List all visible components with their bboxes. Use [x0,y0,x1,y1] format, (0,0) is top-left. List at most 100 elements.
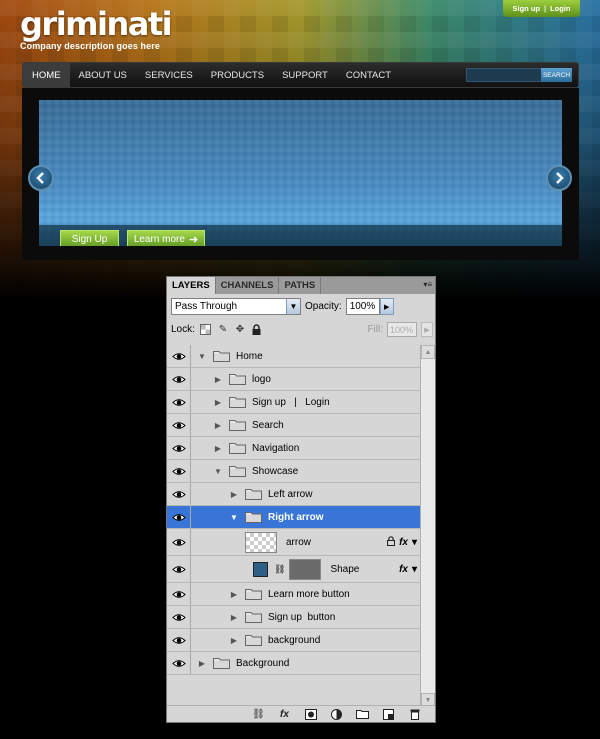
visibility-eye-icon[interactable] [167,391,191,413]
fill-slider-button[interactable]: ▶ [421,322,433,337]
chain-link-icon[interactable]: ⛓ [274,564,285,575]
tab-layers[interactable]: LAYERS [167,277,216,294]
layer-row[interactable]: ▶ Sign up | Login [167,391,421,414]
search-input[interactable] [466,68,544,82]
expand-right-icon[interactable]: ▶ [213,421,223,430]
nav-item-contact[interactable]: CONTACT [337,63,400,87]
folder-icon [223,442,252,454]
nav-item-home[interactable]: HOME [23,63,70,87]
expand-right-icon[interactable]: ▶ [229,636,239,645]
expand-down-icon[interactable]: ▼ [229,513,239,522]
signup-link[interactable]: Sign up [512,4,540,13]
visibility-eye-icon[interactable] [167,529,191,555]
expand-right-icon[interactable]: ▶ [213,398,223,407]
visibility-eye-icon[interactable] [167,437,191,459]
layer-name: Showcase [252,465,299,477]
layer-row[interactable]: ▶ Left arrow [167,483,421,506]
new-group-icon[interactable] [356,708,369,720]
scroll-up-icon[interactable]: ▲ [421,345,435,359]
adjustment-icon[interactable] [330,708,343,720]
expand-down-icon[interactable]: ▼ [213,467,223,476]
expand-right-icon[interactable]: ▶ [213,375,223,384]
expand-right-icon[interactable]: ▶ [229,490,239,499]
layer-name: arrow [286,536,312,548]
logo-wordmark: griminati [20,5,173,43]
mask-icon[interactable] [304,708,317,720]
folder-icon [207,350,236,362]
nav-item-about-us[interactable]: ABOUT US [70,63,136,87]
shape-color-swatch[interactable] [253,561,268,577]
visibility-eye-icon[interactable] [167,345,191,367]
visibility-eye-icon[interactable] [167,652,191,674]
layer-list: ▼ Home ▶ logo ▶ Sign up | Login ▶ Search ▶ Naviga… [167,345,421,675]
visibility-eye-icon[interactable] [167,368,191,390]
nav-item-support[interactable]: SUPPORT [273,63,337,87]
expand-right-icon[interactable]: ▶ [229,613,239,622]
lock-position-icon[interactable]: ✥ [234,324,246,336]
panel-menu-icon[interactable]: ▾≡ [423,280,432,289]
visibility-eye-icon[interactable] [167,483,191,505]
fill-input[interactable]: 100% [387,322,417,337]
layer-row[interactable]: ▶ Background [167,652,421,675]
showcase-banner: Sign Up Learn more ➜ [39,100,562,246]
lock-transparency-icon[interactable] [200,324,212,336]
layer-row[interactable]: ▼ Right arrow [167,506,421,529]
vector-mask-thumbnail [289,558,322,580]
opacity-input[interactable]: 100% [345,298,380,315]
chevron-down-icon[interactable]: ▾ [412,564,417,575]
search-button[interactable]: SEARCH [541,68,572,82]
fx-icon[interactable]: fx [278,708,291,720]
visibility-eye-icon[interactable] [167,460,191,482]
visibility-eye-icon[interactable] [167,414,191,436]
opacity-slider-button[interactable]: ▶ [379,298,394,315]
layer-name: Search [252,419,284,431]
layer-row[interactable]: ▶ Sign up button [167,606,421,629]
link-icon[interactable]: ⛓ [252,708,265,720]
expand-right-icon[interactable]: ▶ [229,590,239,599]
layer-row[interactable]: ▶ Search [167,414,421,437]
tab-channels[interactable]: CHANNELS [216,277,280,294]
login-link[interactable]: Login [550,4,570,13]
expand-down-icon[interactable]: ▼ [197,352,207,361]
fx-icon[interactable]: fx [399,537,408,548]
visibility-eye-icon[interactable] [167,583,191,605]
left-arrow-button[interactable] [28,165,54,191]
layer-row[interactable]: ▶ logo [167,368,421,391]
right-arrow-button[interactable] [546,165,572,191]
layer-row[interactable]: ▶ Learn more button [167,583,421,606]
new-layer-icon[interactable] [382,708,395,720]
chevron-down-icon: ▼ [286,299,300,314]
visibility-eye-icon[interactable] [167,556,191,582]
layer-row[interactable]: ▼ Showcase [167,460,421,483]
layers-scrollbar[interactable]: ▲ ▼ [420,345,435,707]
tab-paths[interactable]: PATHS [279,277,322,294]
signup-button[interactable]: Sign Up [60,230,119,246]
visibility-eye-icon[interactable] [167,606,191,628]
expand-right-icon[interactable]: ▶ [197,659,207,668]
expand-right-icon[interactable]: ▶ [213,444,223,453]
link-separator: | [543,4,547,13]
lock-icon [387,535,396,549]
fx-icon[interactable]: fx [399,564,408,575]
visibility-eye-icon[interactable] [167,629,191,651]
lock-all-icon[interactable] [251,324,263,336]
blend-mode-select[interactable]: Pass Through ▼ [171,298,301,315]
layer-row[interactable]: ▶ background [167,629,421,652]
layer-row[interactable]: arrow fx ▾ [167,529,421,556]
learn-more-button[interactable]: Learn more ➜ [127,230,205,246]
nav-item-products[interactable]: PRODUCTS [202,63,273,87]
layer-name: Left arrow [268,488,313,500]
learn-more-label: Learn more [133,234,185,245]
layer-name: Learn more button [268,588,350,600]
nav-item-services[interactable]: SERVICES [136,63,202,87]
layer-row[interactable]: ▼ Home [167,345,421,368]
lock-pixels-icon[interactable]: ✎ [217,324,229,336]
chevron-down-icon[interactable]: ▾ [412,537,417,548]
layer-row[interactable]: ▶ Navigation [167,437,421,460]
site-logo[interactable]: griminati Company description goes here [20,5,173,51]
visibility-eye-icon[interactable] [167,506,191,528]
folder-icon [239,611,268,623]
trash-icon[interactable] [408,708,421,720]
layer-row[interactable]: ⛓ Shape fx ▾ [167,556,421,583]
layer-name: Background [236,657,290,669]
